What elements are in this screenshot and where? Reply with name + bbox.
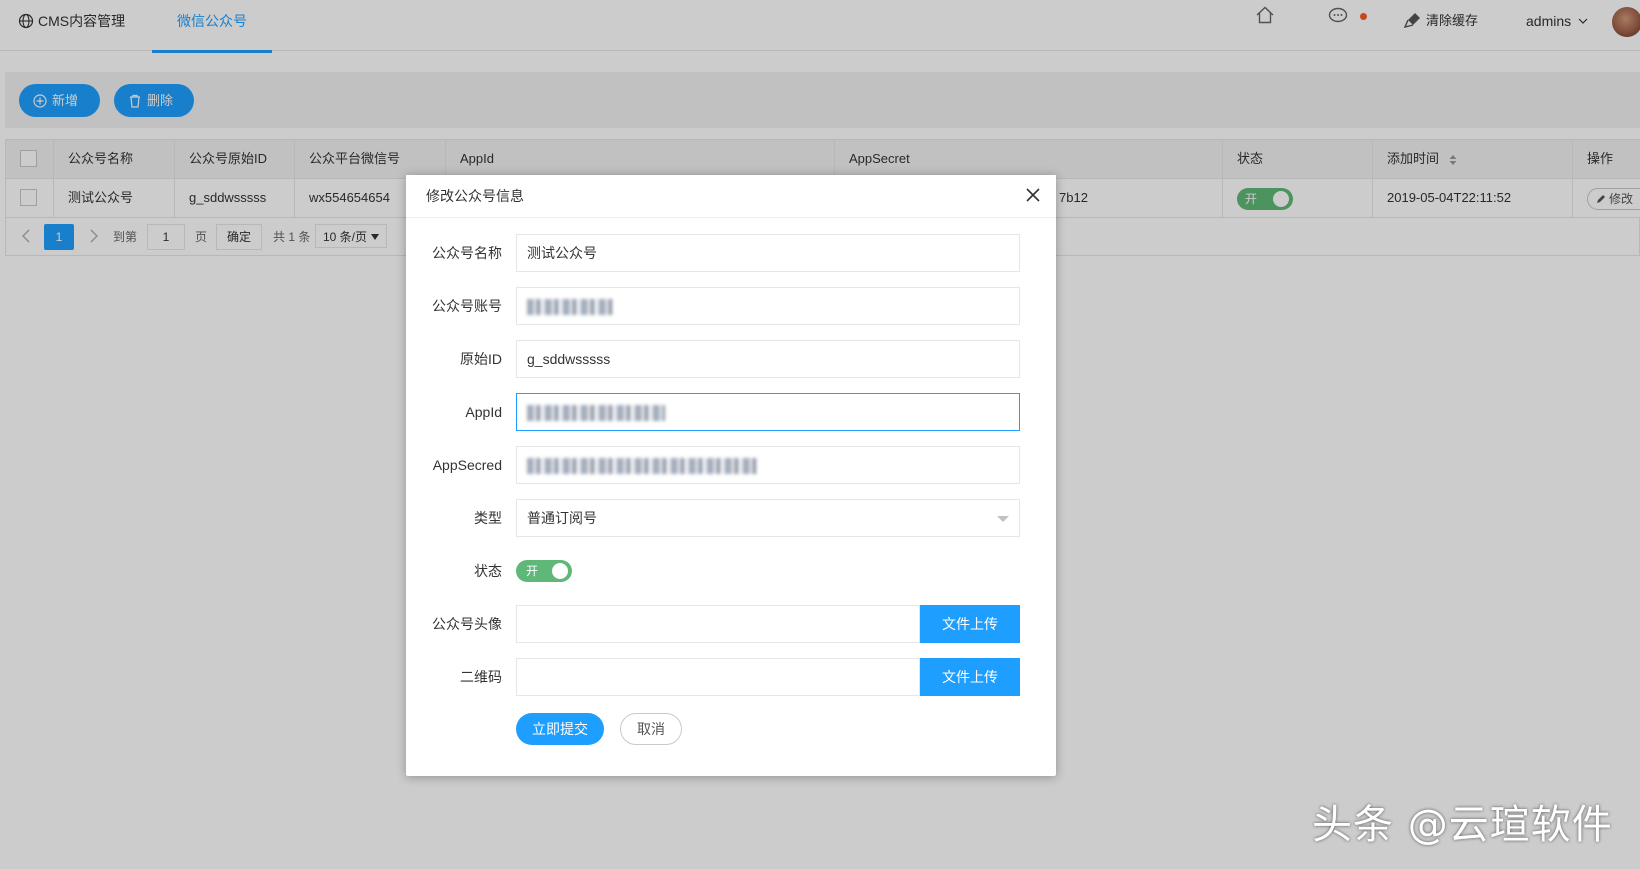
status-label: 状态 [474, 563, 502, 579]
field-original-id: 原始ID g_sddwsssss [406, 340, 1056, 378]
status-toggle-label: 开 [526, 564, 539, 578]
origid-input[interactable]: g_sddwsssss [516, 340, 1020, 378]
field-appid: AppId [406, 393, 1056, 431]
close-icon[interactable] [1026, 188, 1040, 202]
field-status: 状态 开 [406, 552, 1056, 590]
redacted-appid [527, 405, 665, 422]
field-qrcode: 二维码 文件上传 [406, 658, 1056, 696]
origid-label: 原始ID [460, 351, 502, 367]
field-type: 类型 普通订阅号 [406, 499, 1056, 537]
avatar-label: 公众号头像 [432, 616, 502, 632]
qrcode-input[interactable] [516, 658, 920, 696]
field-appsecret: AppSecred [406, 446, 1056, 484]
appsecret-label: AppSecred [432, 457, 502, 473]
watermark: 头条 @云瑄软件 [1312, 802, 1613, 848]
status-toggle[interactable]: 开 [516, 560, 572, 582]
name-label: 公众号名称 [432, 245, 502, 261]
qrcode-label: 二维码 [460, 669, 502, 685]
account-label: 公众号账号 [432, 298, 502, 314]
qrcode-upload-button[interactable]: 文件上传 [920, 658, 1020, 696]
field-name: 公众号名称 测试公众号 [406, 234, 1056, 272]
appid-label: AppId [465, 404, 502, 420]
redacted-account [527, 299, 613, 316]
toggle-knob [552, 563, 568, 579]
field-avatar: 公众号头像 文件上传 [406, 605, 1056, 643]
account-input[interactable] [516, 287, 1020, 325]
edit-account-dialog: 修改公众号信息 公众号名称 测试公众号 公众号账号 原始ID g_sddwsss… [406, 175, 1056, 776]
appsecret-input[interactable] [516, 446, 1020, 484]
dropdown-arrow-icon [997, 516, 1009, 522]
name-input[interactable]: 测试公众号 [516, 234, 1020, 272]
cancel-button[interactable]: 取消 [620, 713, 682, 745]
dialog-title: 修改公众号信息 [406, 175, 1056, 218]
type-value: 普通订阅号 [527, 510, 597, 526]
avatar-input[interactable] [516, 605, 920, 643]
avatar-upload-button[interactable]: 文件上传 [920, 605, 1020, 643]
field-account: 公众号账号 [406, 287, 1056, 325]
form-actions: 立即提交 取消 [406, 713, 1056, 751]
type-select[interactable]: 普通订阅号 [516, 499, 1020, 537]
type-label: 类型 [474, 510, 502, 526]
submit-button[interactable]: 立即提交 [516, 713, 604, 745]
redacted-appsecret [527, 458, 757, 475]
appid-input[interactable] [516, 393, 1020, 431]
